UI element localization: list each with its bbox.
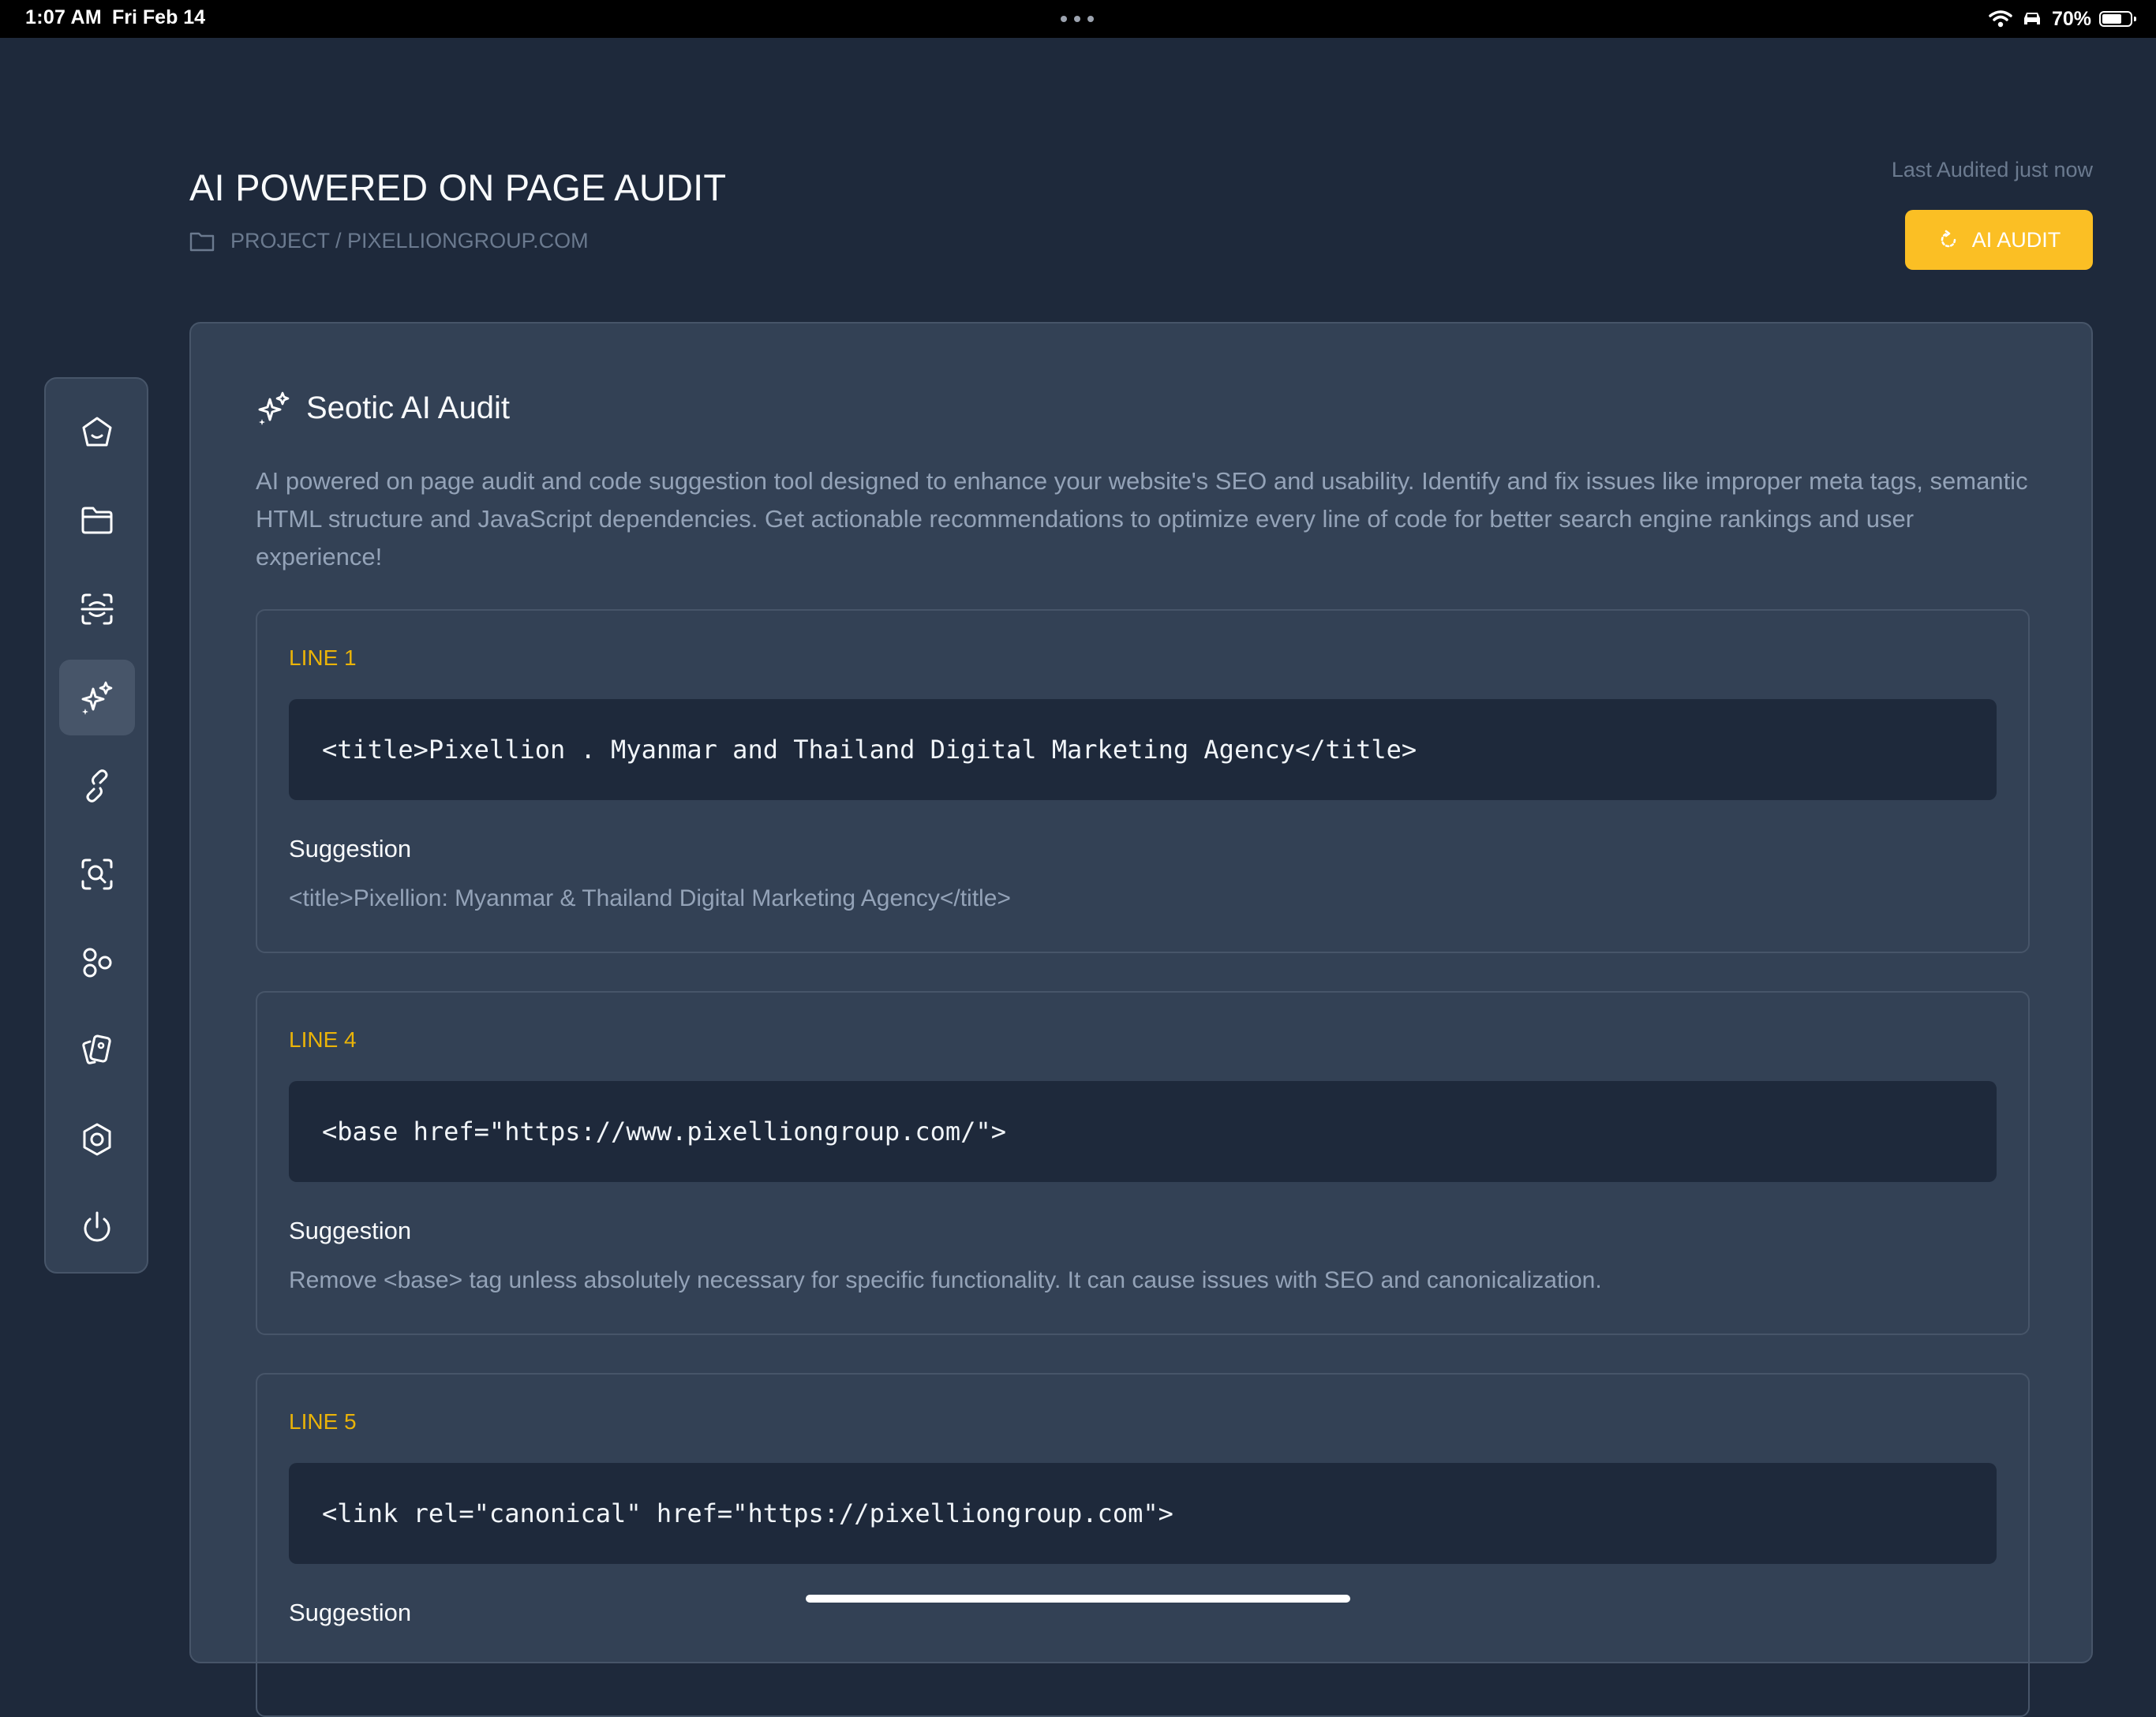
- scan-icon: [80, 593, 114, 625]
- line-number: LINE 4: [289, 1027, 357, 1052]
- sidebar-item-cards[interactable]: [59, 1013, 135, 1089]
- audit-issue-card: LINE 1 <title>Pixellion . Myanmar and Th…: [256, 609, 2030, 953]
- battery-icon: [2099, 11, 2136, 27]
- sidebar-item-components[interactable]: [59, 925, 135, 1001]
- breadcrumb-path[interactable]: PROJECT / PIXELLIONGROUP.COM: [230, 229, 589, 253]
- battery-fill: [2102, 14, 2121, 24]
- status-time: 1:07 AM: [25, 6, 103, 28]
- suggestion-heading: Suggestion: [289, 835, 412, 862]
- breadcrumb: PROJECT / PIXELLIONGROUP.COM: [189, 229, 589, 253]
- card-header: Seotic AI Audit: [256, 390, 510, 426]
- ai-audit-button[interactable]: AI AUDIT: [1905, 210, 2093, 270]
- car-icon: [2023, 13, 2040, 24]
- folder-icon: [81, 507, 113, 534]
- home-icon: [82, 417, 112, 447]
- suggestion-text[interactable]: Remove <base> tag unless absolutely nece…: [289, 1267, 1602, 1294]
- suggestion-text[interactable]: <title>Pixellion: Myanmar & Thailand Dig…: [289, 885, 1011, 912]
- line-number: LINE 1: [289, 645, 357, 670]
- link-icon: [86, 769, 108, 802]
- sidebar: [44, 377, 148, 1274]
- status-bar: 1:07 AM Fri Feb 14 70%: [0, 0, 2156, 38]
- search-scan-icon: [81, 858, 113, 890]
- suggestion-heading: Suggestion: [289, 1217, 412, 1244]
- cards-icon: [82, 1034, 111, 1064]
- home-indicator[interactable]: [806, 1595, 1350, 1603]
- code-snippet[interactable]: <base href="https://www.pixelliongroup.c…: [289, 1081, 1997, 1182]
- ai-audit-card: Seotic AI Audit AI powered on page audit…: [189, 322, 2093, 1717]
- code-snippet[interactable]: <link rel="canonical" href="https://pixe…: [289, 1463, 1997, 1564]
- folder-icon: [189, 232, 215, 251]
- suggestion-heading: Suggestion: [289, 1599, 412, 1626]
- settings-icon: [83, 1123, 111, 1156]
- sidebar-item-projects[interactable]: [59, 483, 135, 559]
- power-icon: [84, 1211, 110, 1242]
- audit-issue-card: LINE 4 <base href="https://www.pixellion…: [256, 991, 2030, 1335]
- status-indicators: 70%: [1989, 5, 2136, 33]
- sidebar-item-scan[interactable]: [59, 571, 135, 647]
- sidebar-item-home[interactable]: [59, 395, 135, 470]
- page-title: AI POWERED ON PAGE AUDIT: [189, 166, 727, 208]
- code-snippet[interactable]: <title>Pixellion . Myanmar and Thailand …: [289, 699, 1997, 800]
- multitasking-dots-icon[interactable]: [1061, 16, 1095, 22]
- card-description: AI powered on page audit and code sugges…: [256, 467, 2028, 570]
- ai-audit-button-label: AI AUDIT: [1971, 227, 2061, 252]
- sidebar-item-links[interactable]: [59, 748, 135, 824]
- last-audited-status: Last Audited just now: [1891, 158, 2093, 181]
- wifi-icon: [1989, 10, 2012, 28]
- status-date: Fri Feb 14: [112, 6, 206, 28]
- card-title: Seotic AI Audit: [306, 390, 510, 425]
- battery-percent: 70%: [2051, 7, 2091, 30]
- refresh-icon: [1941, 230, 1956, 248]
- shapes-icon: [83, 948, 112, 978]
- sidebar-item-logout[interactable]: [59, 1190, 135, 1266]
- sparkles-icon: [81, 681, 113, 715]
- sidebar-item-ai-audit[interactable]: [59, 660, 135, 735]
- audit-issue-card: LINE 5 <link rel="canonical" href="https…: [256, 1373, 2030, 1717]
- sidebar-item-search[interactable]: [59, 836, 135, 912]
- line-number: LINE 5: [289, 1409, 357, 1434]
- sparkles-icon: [258, 391, 290, 425]
- sidebar-item-settings[interactable]: [59, 1102, 135, 1177]
